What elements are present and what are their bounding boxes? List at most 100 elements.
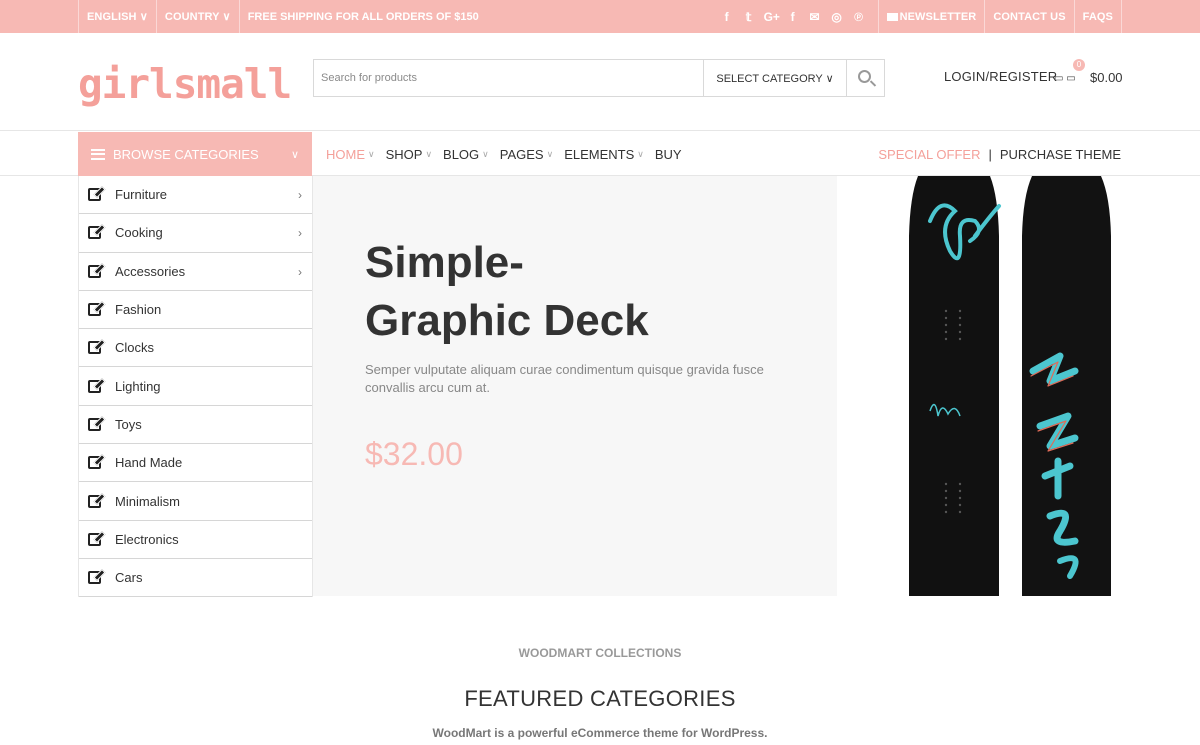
sidebar-item-cars[interactable]: Cars [79, 559, 312, 598]
twitter-icon[interactable]: 𝕥 [742, 10, 756, 24]
newsletter-link[interactable]: NEWSLETTER [877, 0, 985, 33]
edit-icon [88, 494, 101, 508]
google-plus-icon[interactable]: G+ [764, 10, 780, 24]
edit-icon [88, 571, 101, 585]
hero-price: $32.00 [365, 436, 463, 472]
edit-icon [88, 341, 101, 355]
sidebar-item-label: Cars [115, 570, 143, 586]
country-selector[interactable]: COUNTRY ∨ [157, 0, 240, 33]
edit-icon [88, 417, 101, 431]
purchase-theme-link[interactable]: PURCHASE THEME [1000, 147, 1121, 162]
sidebar-item-cooking[interactable]: Cooking › [79, 214, 312, 253]
sidebar-item-label: Fashion [115, 302, 162, 318]
sidebar-item-toys[interactable]: Toys [79, 406, 312, 445]
nav-item-pages[interactable]: PAGES ∨ [500, 147, 553, 162]
sidebar-item-label: Lighting [115, 378, 161, 394]
snowboard-right [1022, 176, 1111, 596]
search-button[interactable] [846, 60, 884, 96]
edit-icon [88, 379, 101, 393]
sidebar-item-furniture[interactable]: Furniture › [79, 176, 312, 215]
nav-label: HOME [326, 146, 365, 162]
facebook-icon[interactable]: f [720, 10, 734, 24]
category-select[interactable]: SELECT CATEGORY ∨ [703, 60, 846, 96]
sidebar-item-label: Toys [115, 416, 142, 432]
search-bar: SELECT CATEGORY ∨ [313, 59, 885, 97]
hero-banner: Simple- Graphic Deck Semper vulputate al… [313, 176, 837, 596]
envelope-icon [886, 12, 898, 21]
chevron-down-icon: ∨ [637, 148, 644, 159]
sidebar-item-label: Cooking [115, 225, 163, 241]
sidebar-item-label: Clocks [115, 340, 155, 356]
sidebar-item-label: Electronics [115, 531, 179, 547]
nav-label: ELEMENTS [564, 146, 635, 162]
nav-item-elements[interactable]: ELEMENTS ∨ [564, 147, 644, 162]
nav-item-blog[interactable]: BLOG ∨ [443, 147, 489, 162]
language-selector[interactable]: ENGLISH ∨ [78, 0, 157, 33]
special-offer-link[interactable]: SPECIAL OFFER [878, 147, 980, 162]
nav-label: BLOG [443, 146, 480, 162]
sidebar-item-electronics[interactable]: Electronics [79, 521, 312, 559]
site-header: girlsmall SELECT CATEGORY ∨ LOGIN/REGIST… [0, 33, 1200, 131]
hero-title-line: Simple- [365, 238, 524, 287]
nav-label: PAGES [499, 146, 544, 162]
login-register-link[interactable]: LOGIN/REGISTER [944, 69, 1057, 84]
edit-icon [88, 456, 101, 470]
edit-icon [88, 226, 101, 240]
instagram-icon[interactable]: ◎ [830, 10, 844, 24]
section-description: WoodMart is a powerful eCommerce theme f… [432, 726, 768, 740]
shipping-notice: FREE SHIPPING FOR ALL ORDERS OF $150 [247, 10, 479, 23]
sidebar-item-label: Accessories [115, 263, 186, 279]
contact-link[interactable]: CONTACT US [984, 0, 1073, 33]
top-bar: ENGLISH ∨ COUNTRY ∨ FREE SHIPPING FOR AL… [0, 0, 1200, 33]
nav-label: SHOP [385, 146, 423, 162]
nav-item-home[interactable]: HOME ∨ [326, 147, 375, 162]
social-links: f 𝕥 G+ f ✉ ◎ ℗ [720, 10, 878, 24]
nav-item-buy[interactable]: BUY [655, 147, 682, 162]
category-sidebar: Furniture › Cooking › Accessories › Fashion… [78, 176, 313, 598]
sidebar-item-hand-made[interactable]: Hand Made [79, 444, 312, 483]
newsletter-label: NEWSLETTER [899, 10, 977, 23]
search-icon [857, 70, 871, 83]
sidebar-item-label: Minimalism [115, 493, 180, 509]
nav-row: BROWSE CATEGORIES ∨ HOME ∨ SHOP ∨ BLOG ∨ PA… [0, 132, 1200, 176]
chevron-right-icon: › [298, 264, 302, 279]
sidebar-item-label: Hand Made [115, 455, 183, 471]
faqs-link[interactable]: FAQS [1073, 0, 1122, 33]
facebook-icon[interactable]: f [786, 10, 800, 24]
section-title: FEATURED CATEGORIES [464, 686, 736, 711]
sidebar-item-accessories[interactable]: Accessories › [79, 253, 312, 291]
edit-icon [88, 303, 101, 317]
sidebar-item-minimalism[interactable]: Minimalism [79, 482, 312, 521]
edit-icon [88, 532, 101, 546]
cart-icon[interactable]: ▭ ▭ [1054, 73, 1076, 84]
menu-icon [91, 148, 105, 160]
hero-title-line: Graphic Deck [365, 296, 649, 345]
sidebar-item-lighting[interactable]: Lighting [79, 367, 312, 406]
search-input[interactable] [314, 60, 703, 96]
nav-right: SPECIAL OFFER | PURCHASE THEME [878, 132, 1121, 176]
mail-icon[interactable]: ✉ [808, 10, 822, 24]
snowboard-image [909, 176, 1111, 596]
browse-categories-label: BROWSE CATEGORIES [113, 146, 259, 162]
chevron-down-icon: ∨ [425, 148, 433, 159]
nav-item-shop[interactable]: SHOP ∨ [386, 147, 432, 162]
cart-count-badge: 0 [1073, 59, 1085, 71]
chevron-down-icon: ∨ [546, 148, 554, 159]
cart-total[interactable]: $0.00 [1090, 70, 1123, 85]
edit-icon [88, 264, 101, 278]
sidebar-item-label: Furniture [115, 187, 168, 203]
sidebar-item-fashion[interactable]: Fashion [79, 291, 312, 330]
section-subtitle: WOODMART COLLECTIONS [518, 646, 682, 660]
hero-title: Simple- Graphic Deck [365, 234, 725, 350]
sidebar-item-clocks[interactable]: Clocks [79, 329, 312, 368]
nav-separator: | [988, 146, 992, 162]
hero-description: Semper vulputate aliquam curae condiment… [365, 362, 764, 395]
chevron-down-icon: ∨ [482, 148, 489, 159]
browse-categories-button[interactable]: BROWSE CATEGORIES ∨ [78, 132, 312, 176]
site-logo[interactable]: girlsmall [78, 60, 292, 108]
chevron-right-icon: › [298, 188, 302, 202]
edit-icon [88, 188, 101, 202]
pinterest-icon[interactable]: ℗ [852, 10, 866, 24]
chevron-right-icon: › [298, 226, 302, 241]
main-nav: HOME ∨ SHOP ∨ BLOG ∨ PAGES ∨ ELEMENTS ∨ BUY [326, 132, 693, 176]
